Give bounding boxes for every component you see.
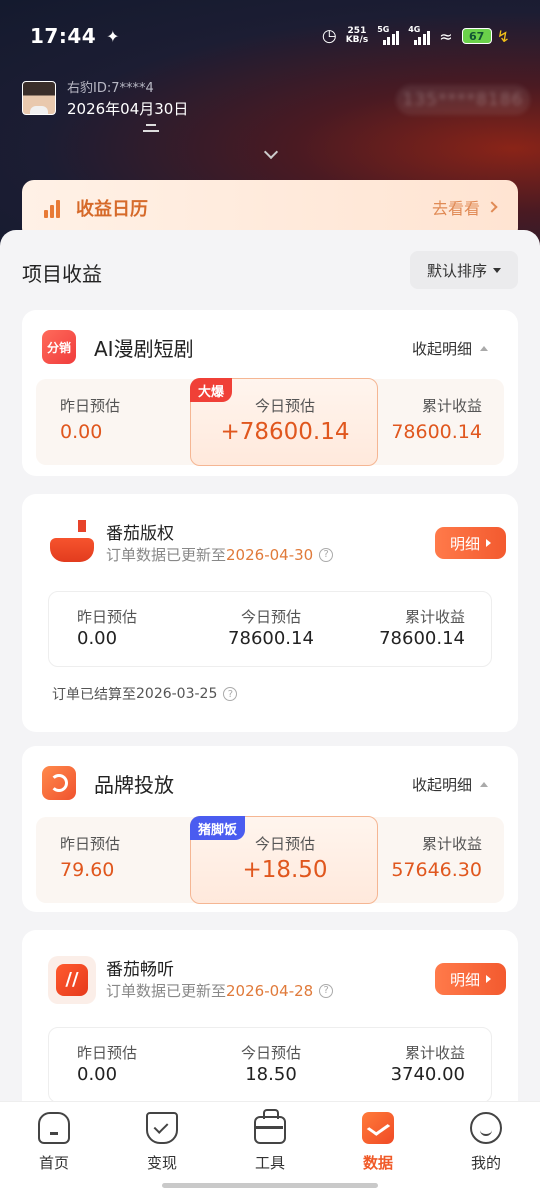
tab-home[interactable]: 首页 [0, 1102, 108, 1182]
tab-monetize[interactable]: 变现 [108, 1102, 216, 1182]
caret-right-icon [486, 539, 491, 547]
home-icon [38, 1112, 70, 1144]
smile-icon [470, 1112, 502, 1144]
stat-today: 猪脚饭 今日预估 +18.50 [190, 816, 378, 904]
settle-info: 订单已结算至 2026-03-25 ? [52, 684, 238, 704]
stat-total: 累计收益 57646.30 [391, 835, 482, 881]
chevron-down-icon[interactable] [263, 146, 277, 160]
detail-button[interactable]: 明细 [435, 527, 506, 559]
masked-phone: 135****8186 [396, 85, 530, 115]
caret-down-icon [493, 267, 501, 273]
battery-icon: 67 [461, 28, 492, 44]
tomato-icon [48, 520, 96, 568]
user-id: 右豹ID:7****4 [67, 81, 154, 96]
sort-button[interactable]: 默认排序 [410, 251, 518, 289]
chart-icon [362, 1112, 394, 1144]
sub-stats: 昨日预估 0.00 今日预估 18.50 累计收益 3740.00 [48, 1027, 492, 1103]
collapse-toggle[interactable]: 收起明细 [412, 774, 488, 795]
brand-badge-icon [42, 766, 76, 800]
help-icon[interactable]: ? [319, 547, 334, 562]
stat-total: 累计收益 78600.14 [391, 397, 482, 443]
distribution-badge-icon: 分销 [42, 330, 76, 364]
home-indicator[interactable] [162, 1183, 378, 1188]
user-date: 2026年04月30日 [67, 100, 189, 118]
tab-me[interactable]: 我的 [432, 1102, 540, 1182]
shield-check-icon [146, 1112, 178, 1144]
update-info: 订单数据已更新至 2026-04-28 ? [106, 980, 334, 1001]
sub-project-card: 番茄版权 订单数据已更新至 2026-04-30 ? 明细 昨日预估 0.00 今… [22, 494, 518, 732]
bar-chart-icon [44, 198, 66, 218]
project-card: 分销 AI漫剧短剧 收起明细 昨日预估 0.00 大爆 今日预估 +78600.… [22, 310, 518, 476]
update-info: 订单数据已更新至 2026-04-30 ? [106, 544, 334, 565]
sub-stats: 昨日预估 0.00 今日预估 78600.14 累计收益 78600.14 [48, 591, 492, 667]
stat-today: 大爆 今日预估 +78600.14 [190, 378, 378, 466]
caret-up-icon [480, 782, 488, 787]
wifi-icon: ≈ [439, 26, 453, 46]
alarm-icon: ◷ [321, 26, 337, 46]
project-name: AI漫剧短剧 [94, 336, 194, 361]
network-speed: 251 KB/s [345, 26, 369, 45]
sub-project-name: 番茄版权 [106, 524, 174, 544]
tab-data[interactable]: 数据 [324, 1102, 432, 1182]
calendar-link[interactable]: 去看看 [432, 195, 498, 219]
tab-tools[interactable]: 工具 [216, 1102, 324, 1182]
calendar-title: 收益日历 [76, 199, 148, 220]
section-title: 项目收益 [22, 262, 102, 286]
charging-icon: ↯ [496, 26, 510, 46]
stat-total: 累计收益 78600.14 [379, 608, 465, 649]
content-sheet: 项目收益 默认排序 分销 AI漫剧短剧 收起明细 昨日预估 0.00 大爆 今日… [0, 230, 540, 1199]
chevron-right-icon [486, 201, 498, 213]
audio-tomato-icon: // [48, 956, 96, 1004]
project-name: 品牌投放 [94, 772, 174, 797]
sub-project-name: 番茄畅听 [106, 960, 174, 980]
help-icon[interactable]: ? [223, 687, 238, 701]
toolbag-icon [254, 1109, 286, 1144]
caret-up-icon [480, 346, 488, 351]
caret-right-icon [486, 975, 491, 983]
detail-button[interactable]: 明细 [435, 963, 506, 995]
stat-today: 今日预估 78600.14 [228, 608, 314, 649]
collapse-toggle[interactable]: 收起明细 [412, 338, 488, 359]
user-info[interactable]: 右豹ID:7****4 2026年04月30日 [22, 77, 188, 119]
signal-4g-icon: 4G [408, 25, 431, 45]
help-icon[interactable]: ? [319, 983, 334, 998]
project-card: 品牌投放 收起明细 昨日预估 79.60 猪脚饭 今日预估 +18.50 累计收… [22, 746, 518, 912]
notification-icon: ✦ [106, 26, 120, 46]
status-indicators: ◷ 251 KB/s 5G 4G ≈ 67 ↯ [321, 25, 510, 46]
avatar[interactable] [22, 81, 56, 115]
signal-5g-icon: 5G [377, 25, 400, 45]
sub-project-card: // 番茄畅听 订单数据已更新至 2026-04-28 ? 明细 昨日预估 0.0… [22, 930, 518, 1130]
status-bar: 17:44 ✦ ◷ 251 KB/s 5G 4G ≈ 67 ↯ [0, 0, 540, 72]
status-time: 17:44 [30, 24, 97, 48]
menu-icon[interactable] [143, 123, 159, 133]
